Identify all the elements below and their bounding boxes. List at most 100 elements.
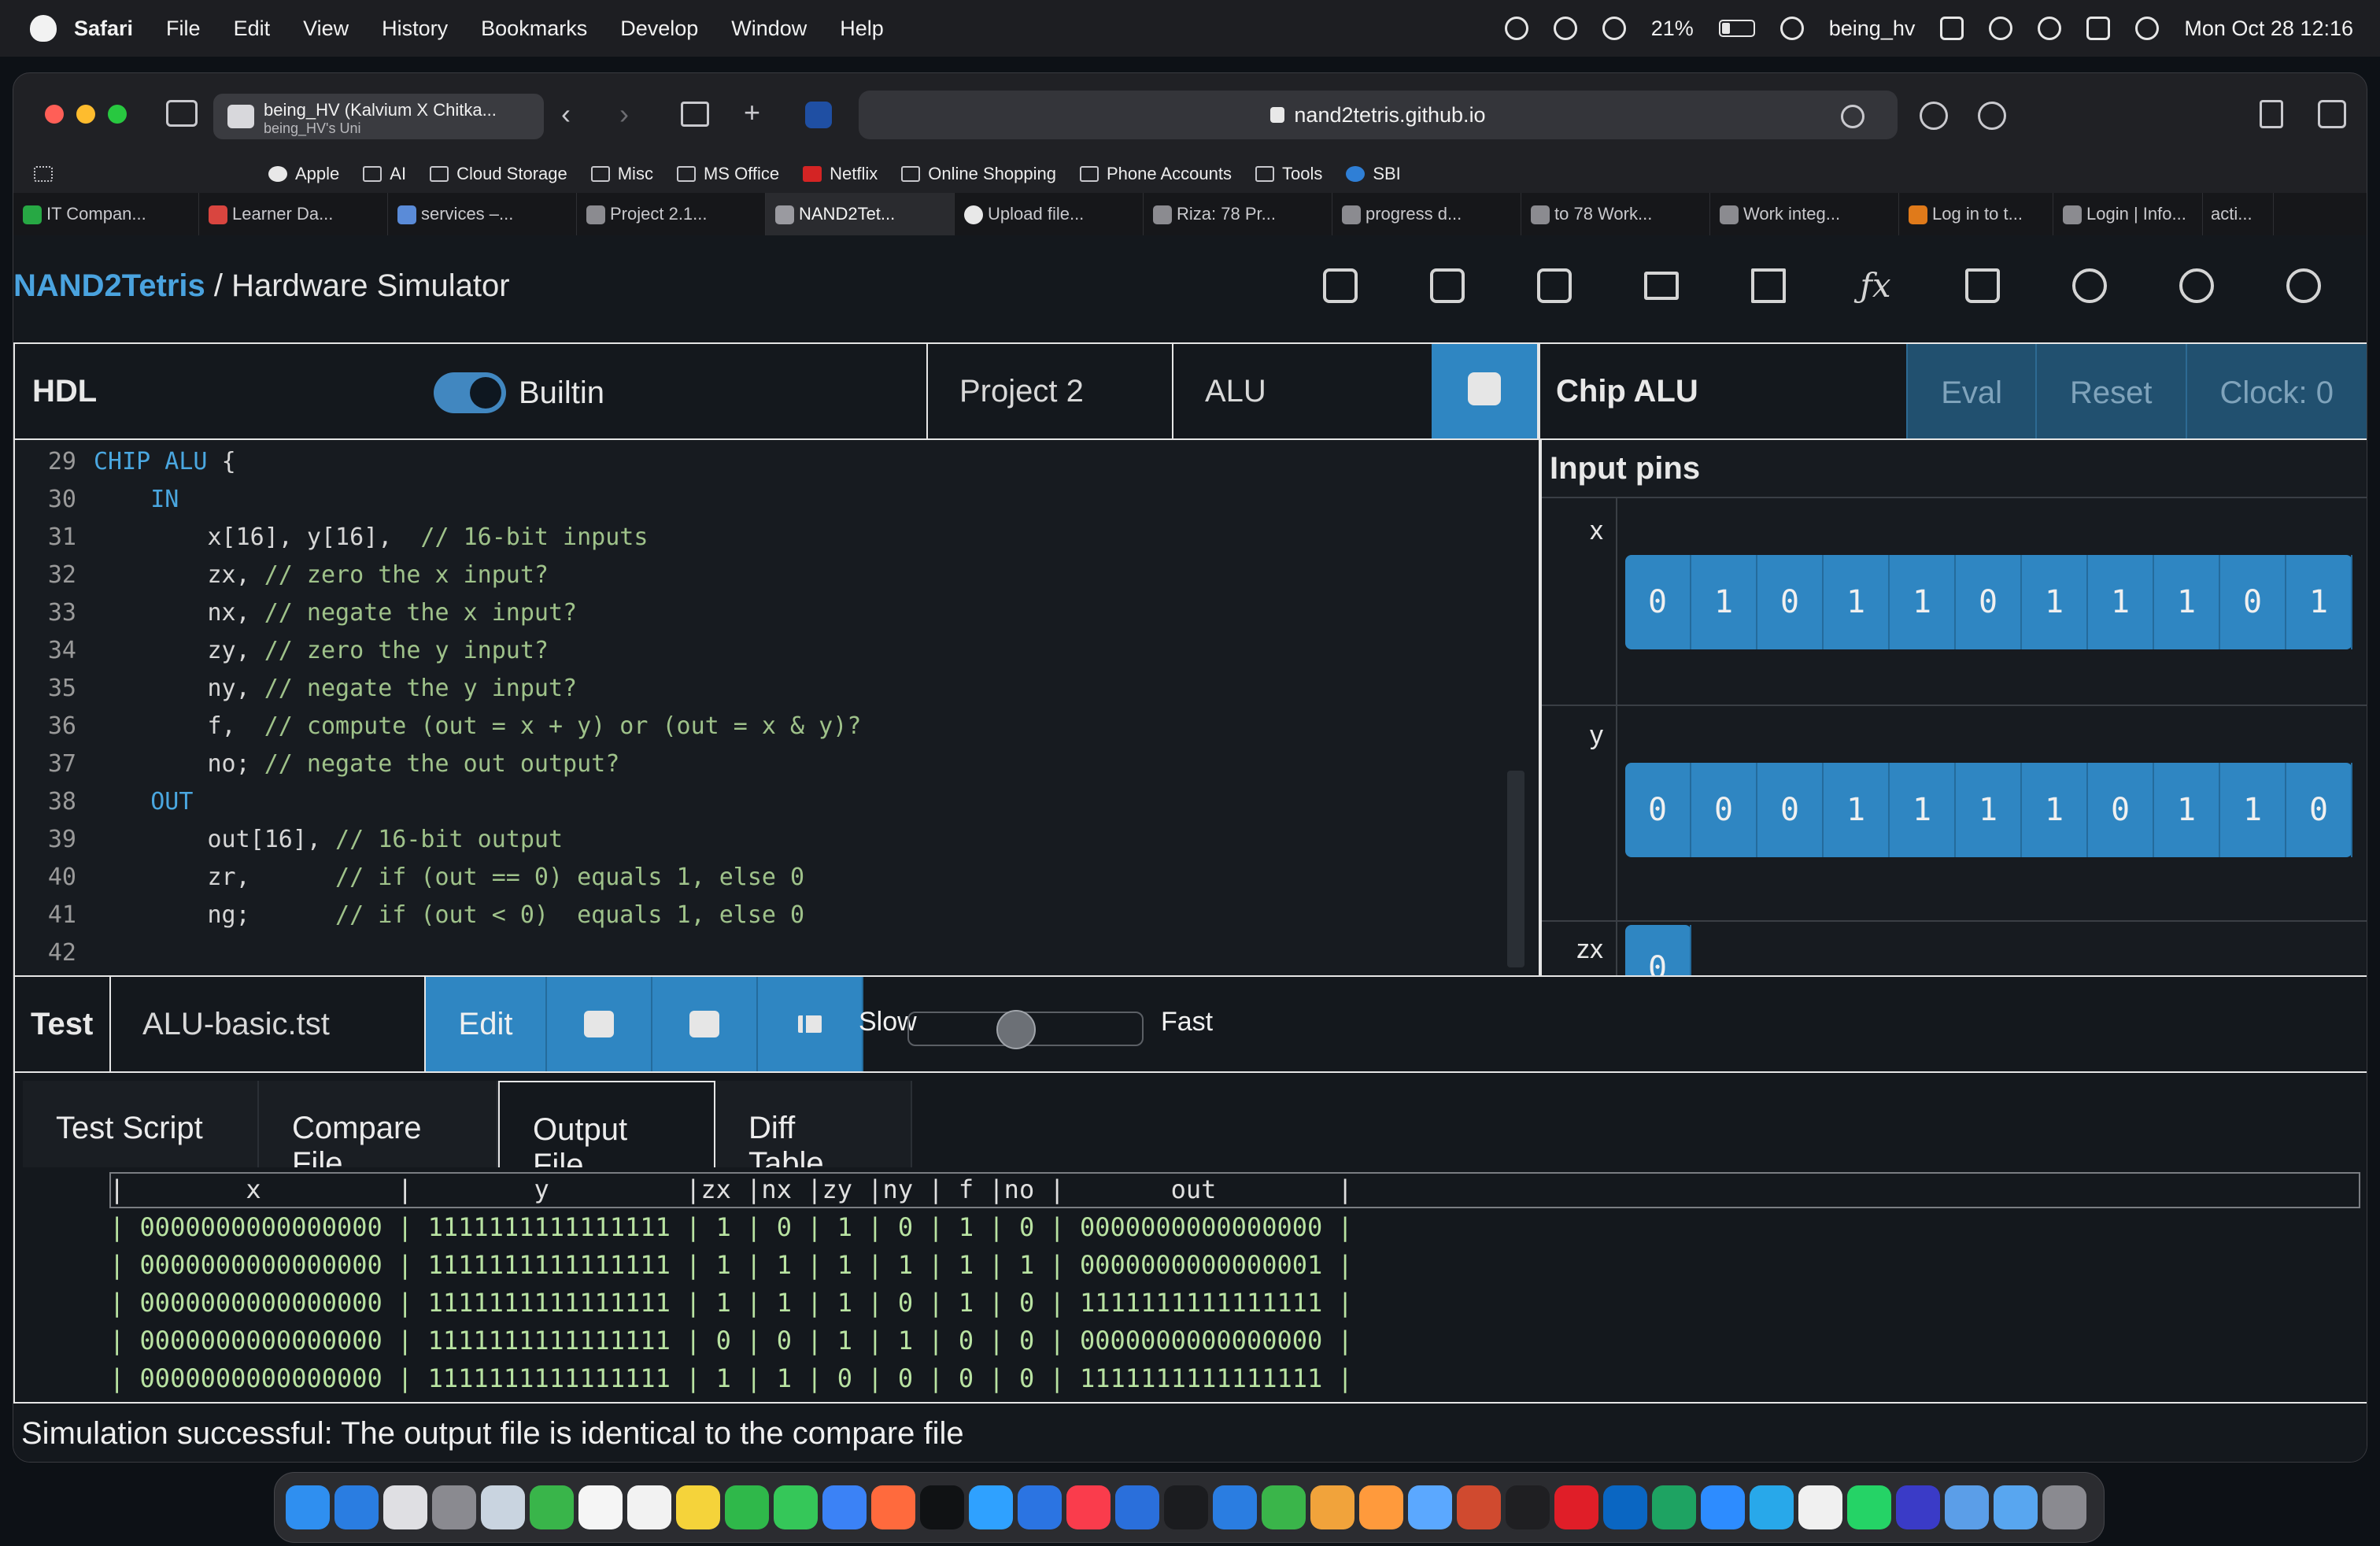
time-machine-icon[interactable] — [1553, 17, 1577, 40]
fav-ms-office-folder[interactable]: MS Office — [676, 164, 779, 184]
dock-app-icon[interactable] — [1213, 1485, 1257, 1529]
apple-menu-icon[interactable] — [30, 15, 57, 42]
eval-button[interactable]: Eval — [1906, 344, 2035, 438]
dock-app-icon[interactable] — [530, 1485, 574, 1529]
pin-bit[interactable]: 0 — [2286, 763, 2352, 857]
page-info-icon[interactable] — [1978, 102, 2006, 130]
fav-netflix[interactable]: Netflix — [803, 164, 878, 184]
menu-help[interactable]: Help — [840, 17, 884, 41]
pin-bit[interactable]: 1 — [2154, 763, 2220, 857]
menu-window[interactable]: Window — [731, 17, 807, 41]
dock-app-icon[interactable] — [1554, 1485, 1598, 1529]
chip-icon[interactable] — [1323, 268, 1358, 303]
menu-history[interactable]: History — [382, 17, 448, 41]
control-center-icon[interactable] — [2086, 17, 2111, 40]
dock-app-icon[interactable] — [822, 1485, 867, 1529]
sidebar-toggle-icon[interactable] — [166, 100, 198, 127]
tab-overview-icon[interactable] — [2318, 100, 2346, 128]
tab-riza[interactable]: Riza: 78 Pr... — [1144, 193, 1332, 235]
share-icon[interactable] — [2260, 100, 2283, 128]
minimize-window-button[interactable] — [76, 105, 95, 124]
pin-bit[interactable]: 0 — [1757, 555, 1824, 649]
brand-link[interactable]: NAND2Tetris — [13, 268, 205, 303]
pin-bit[interactable]: 0 — [1956, 555, 2022, 649]
cpu-icon[interactable] — [1430, 268, 1465, 303]
dock-app-icon[interactable] — [1408, 1485, 1452, 1529]
test-file-select[interactable]: ALU-basic.tst — [109, 977, 426, 1071]
dock-app-icon[interactable] — [1994, 1485, 2038, 1529]
info-icon[interactable] — [2286, 268, 2321, 303]
menu-file[interactable]: File — [166, 17, 201, 41]
dock-app-icon[interactable] — [1847, 1485, 1891, 1529]
tab-project-2-1[interactable]: Project 2.1... — [577, 193, 766, 235]
tab-login-info[interactable]: Login | Info... — [2053, 193, 2203, 235]
dock-app-icon[interactable] — [1310, 1485, 1354, 1529]
dock-app-icon[interactable] — [774, 1485, 818, 1529]
dock-app-icon[interactable] — [383, 1485, 427, 1529]
rewind-button[interactable] — [758, 977, 863, 1071]
dock-app-icon[interactable] — [1018, 1485, 1062, 1529]
spotlight-search-icon[interactable] — [2038, 17, 2062, 40]
dock-app-icon[interactable] — [1115, 1485, 1159, 1529]
fx-icon[interactable]: ƒx — [1858, 268, 1893, 303]
menubar-datetime[interactable]: Mon Oct 28 12:16 — [2184, 17, 2353, 41]
dock-app-icon[interactable] — [1359, 1485, 1403, 1529]
menu-app-name[interactable]: Safari — [74, 17, 133, 41]
pin-bit[interactable]: 1 — [2022, 763, 2088, 857]
hdl-code-editor[interactable]: 29 CHIP ALU {30 IN 31 x[16], y[16], // 16-… — [13, 440, 1539, 975]
dock-app-icon[interactable] — [1457, 1485, 1501, 1529]
pin-bit[interactable]: 0 — [2088, 763, 2154, 857]
pin-bit[interactable]: 0 — [1691, 763, 1757, 857]
tab-nand2tetris[interactable]: NAND2Tet... — [766, 193, 955, 235]
forward-icon[interactable]: › — [619, 100, 629, 128]
chip-select[interactable]: ALU — [1172, 344, 1417, 438]
pin-bit[interactable]: 1 — [2220, 763, 2286, 857]
pin-bit[interactable]: 1 — [2088, 555, 2154, 649]
dock-app-icon[interactable] — [481, 1485, 525, 1529]
pin-bit[interactable]: 1 — [1691, 555, 1757, 649]
menu-develop[interactable]: Develop — [620, 17, 698, 41]
dock-app-icon[interactable] — [1701, 1485, 1745, 1529]
slider-thumb[interactable] — [996, 1010, 1036, 1049]
book-icon[interactable] — [1965, 268, 2000, 303]
fav-misc-folder[interactable]: Misc — [590, 164, 653, 184]
editor-scrollbar[interactable] — [1507, 771, 1524, 967]
tab-group-selector[interactable]: being_HV (Kalvium X Chitka... being_HV's… — [213, 94, 544, 139]
tab-acti[interactable]: acti... — [2203, 193, 2274, 235]
pin-bit[interactable]: 0 — [1625, 555, 1691, 649]
dock-app-icon[interactable] — [627, 1485, 671, 1529]
dock-app-icon[interactable] — [2042, 1485, 2086, 1529]
tab-progress[interactable]: progress d... — [1332, 193, 1521, 235]
project-select[interactable]: Project 2 — [926, 344, 1172, 438]
dock-app-icon[interactable] — [676, 1485, 720, 1529]
battery-icon[interactable] — [1718, 20, 1755, 37]
builtin-toggle[interactable] — [434, 372, 506, 413]
menu-bookmarks[interactable]: Bookmarks — [481, 17, 587, 41]
favorites-grid-icon[interactable] — [34, 166, 61, 182]
tab-output-file[interactable]: Output File — [498, 1081, 715, 1182]
pin-bit[interactable]: 1 — [1890, 763, 1956, 857]
speed-slider[interactable] — [907, 1010, 1144, 1049]
tab-to-78-work[interactable]: to 78 Work... — [1521, 193, 1710, 235]
dock-app-icon[interactable] — [1066, 1485, 1111, 1529]
pin-bit[interactable]: 0 — [1625, 925, 1691, 975]
extension-icon[interactable] — [805, 102, 832, 128]
dock-app-icon[interactable] — [969, 1485, 1013, 1529]
computer-icon[interactable] — [1644, 272, 1679, 300]
dock-app-icon[interactable] — [1506, 1485, 1550, 1529]
dock-app-icon[interactable] — [725, 1485, 769, 1529]
siri-icon[interactable] — [2135, 17, 2160, 40]
address-bar[interactable]: nand2tetris.github.io — [859, 91, 1898, 139]
menubar-user[interactable]: being_hv — [1829, 17, 1916, 41]
dock-app-icon[interactable] — [1652, 1485, 1696, 1529]
dock-app-icon[interactable] — [1262, 1485, 1306, 1529]
wifi-icon[interactable] — [1989, 17, 2013, 40]
clock-button[interactable]: Clock: 0 — [2185, 344, 2367, 438]
dock-app-icon[interactable] — [1798, 1485, 1842, 1529]
reset-button[interactable]: Reset — [2035, 344, 2186, 438]
history-clock-icon[interactable] — [1920, 102, 1948, 130]
dock-app-icon[interactable] — [1896, 1485, 1940, 1529]
tab-compare-file[interactable]: Compare File — [259, 1081, 498, 1181]
tab-services[interactable]: services –... — [388, 193, 577, 235]
pin-bit[interactable]: 1 — [1824, 763, 1890, 857]
